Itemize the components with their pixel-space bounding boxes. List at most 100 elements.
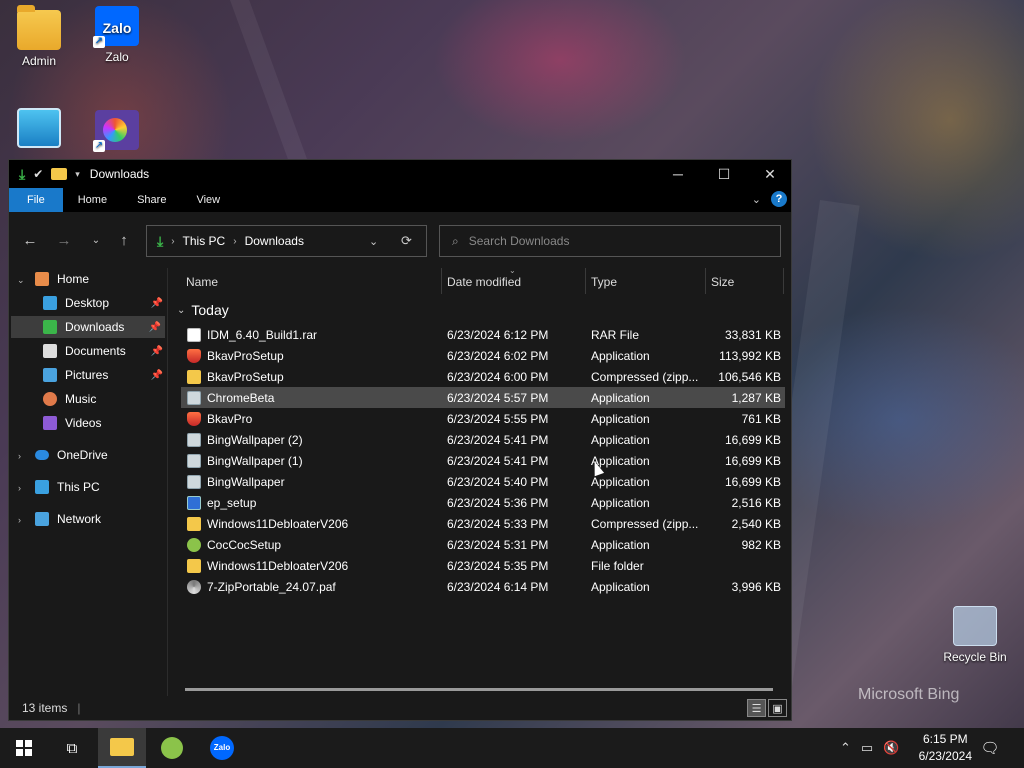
details-view-button[interactable]: ☰ bbox=[747, 699, 766, 717]
sidebar-item-home[interactable]: Home bbox=[35, 268, 165, 290]
pane-splitter[interactable] bbox=[167, 268, 168, 696]
column-divider[interactable] bbox=[783, 268, 784, 294]
coccoc-icon bbox=[161, 737, 183, 759]
properties-icon[interactable]: ✔ bbox=[33, 167, 43, 181]
breadcrumb-separator-icon[interactable]: › bbox=[233, 236, 236, 247]
horizontal-scrollbar[interactable] bbox=[185, 688, 773, 691]
search-input[interactable] bbox=[468, 234, 749, 248]
desktop-icon-admin[interactable]: Admin bbox=[4, 5, 74, 68]
system-tray: ⌃ ▭ 🔇 bbox=[840, 728, 899, 768]
column-divider[interactable] bbox=[705, 268, 706, 294]
desktop-icon-app[interactable]: ↗ bbox=[82, 110, 152, 154]
new-folder-icon[interactable] bbox=[51, 168, 68, 180]
forward-button[interactable]: → bbox=[53, 229, 75, 251]
group-header-today[interactable]: ⌄ Today bbox=[177, 302, 229, 318]
column-header-date[interactable]: Date modified bbox=[447, 268, 587, 296]
table-row[interactable]: ChromeBeta 6/23/2024 5:57 PM Application 1,… bbox=[181, 387, 785, 408]
file-size: 2,516 KB bbox=[731, 495, 781, 510]
table-row[interactable]: Windows11DebloaterV206 6/23/2024 5:33 PM C… bbox=[181, 513, 785, 534]
tab-file[interactable]: File bbox=[9, 188, 63, 212]
sidebar-item-label: Desktop bbox=[65, 296, 110, 310]
ribbon-tabs: File Home Share View ⌄ ? bbox=[9, 188, 791, 212]
back-button[interactable]: ← bbox=[19, 229, 41, 251]
taskbar-zalo[interactable]: Zalo bbox=[198, 728, 246, 768]
sidebar-item-pictures[interactable]: Pictures 📌 bbox=[9, 364, 167, 386]
title-bar[interactable]: ⤓ ✔ ▾ Downloads ─ ☐ ✕ bbox=[9, 160, 791, 188]
notification-center-icon[interactable]: 🗨 bbox=[966, 728, 1014, 768]
sidebar-item-network[interactable]: Network bbox=[35, 508, 165, 530]
chevron-down-icon[interactable]: ⌄ bbox=[17, 275, 25, 286]
column-header-type[interactable]: Type bbox=[591, 268, 701, 296]
address-bar[interactable]: ⤓ › This PC › Downloads ⌄ ⟳ bbox=[146, 225, 427, 257]
file-name-cell: ChromeBeta bbox=[187, 390, 437, 405]
chevron-right-icon[interactable]: › bbox=[18, 515, 21, 525]
desktop-icon-recycle-bin[interactable]: Recycle Bin bbox=[940, 606, 1010, 664]
expand-ribbon-icon[interactable]: ⌄ bbox=[752, 193, 761, 206]
recent-locations-button[interactable]: ⌄ bbox=[85, 229, 107, 251]
table-row[interactable]: BkavPro 6/23/2024 5:55 PM Application 761 K… bbox=[181, 408, 785, 429]
show-hidden-icons-icon[interactable]: ⌃ bbox=[840, 740, 851, 756]
home-icon bbox=[35, 272, 49, 286]
volume-muted-icon[interactable]: 🔇 bbox=[883, 740, 899, 756]
sidebar-item-downloads[interactable]: Downloads 📌 bbox=[11, 316, 165, 338]
start-button[interactable] bbox=[0, 728, 48, 768]
explorer-window[interactable]: ⤓ ✔ ▾ Downloads ─ ☐ ✕ File Home Share Vi… bbox=[8, 159, 792, 721]
desktop-icon-zalo[interactable]: Zalo ↗ Zalo bbox=[82, 6, 152, 64]
network-icon[interactable]: ▭ bbox=[861, 740, 873, 756]
close-button[interactable]: ✕ bbox=[747, 160, 793, 188]
chevron-down-icon: ⌄ bbox=[177, 304, 186, 316]
pin-icon: 📌 bbox=[150, 297, 163, 309]
tab-home[interactable]: Home bbox=[63, 188, 122, 212]
sidebar-item-onedrive[interactable]: OneDrive bbox=[35, 444, 165, 466]
pictures-icon bbox=[43, 368, 57, 382]
table-row[interactable]: IDM_6.40_Build1.rar 6/23/2024 6:12 PM RAR … bbox=[181, 324, 785, 345]
table-row[interactable]: CocCocSetup 6/23/2024 5:31 PM Application 9… bbox=[181, 534, 785, 555]
sidebar-item-this-pc[interactable]: This PC bbox=[35, 476, 165, 498]
up-button[interactable]: ↑ bbox=[113, 229, 135, 251]
table-row[interactable]: BingWallpaper (1) 6/23/2024 5:41 PM Applic… bbox=[181, 450, 785, 471]
taskbar-file-explorer[interactable] bbox=[98, 728, 146, 768]
maximize-button[interactable]: ☐ bbox=[701, 160, 747, 188]
desktop-icon bbox=[43, 296, 57, 310]
desktop-icon-this-pc[interactable] bbox=[4, 108, 74, 152]
column-header-size[interactable]: Size bbox=[711, 268, 781, 296]
file-name-cell: IDM_6.40_Build1.rar bbox=[187, 327, 437, 342]
column-divider[interactable] bbox=[441, 268, 442, 294]
breadcrumb-this-pc[interactable]: This PC bbox=[183, 234, 226, 248]
table-row[interactable]: BingWallpaper (2) 6/23/2024 5:41 PM Applic… bbox=[181, 429, 785, 450]
taskbar-coccoc[interactable] bbox=[148, 728, 196, 768]
sidebar-item-desktop[interactable]: Desktop 📌 bbox=[9, 292, 167, 314]
table-row[interactable]: BkavProSetup 6/23/2024 6:00 PM Compressed … bbox=[181, 366, 785, 387]
table-row[interactable]: Windows11DebloaterV206 6/23/2024 5:35 PM F… bbox=[181, 555, 785, 576]
chevron-right-icon[interactable]: › bbox=[18, 483, 21, 493]
chevron-down-icon[interactable]: ▾ bbox=[75, 169, 80, 180]
breadcrumb-separator-icon[interactable]: › bbox=[171, 236, 174, 247]
sidebar-item-label: OneDrive bbox=[57, 448, 108, 462]
table-row[interactable]: ep_setup 6/23/2024 5:36 PM Application 2,51… bbox=[181, 492, 785, 513]
table-row[interactable]: BkavProSetup 6/23/2024 6:02 PM Application… bbox=[181, 345, 785, 366]
column-divider[interactable] bbox=[585, 268, 586, 294]
table-row[interactable]: 7-ZipPortable_24.07.paf 6/23/2024 6:14 PM… bbox=[181, 576, 785, 597]
tab-view[interactable]: View bbox=[181, 188, 235, 212]
file-size: 2,540 KB bbox=[731, 516, 781, 531]
tab-share[interactable]: Share bbox=[122, 188, 181, 212]
table-row[interactable]: BingWallpaper 6/23/2024 5:40 PM Applicatio… bbox=[181, 471, 785, 492]
minimize-button[interactable]: ─ bbox=[655, 160, 701, 188]
help-icon[interactable]: ? bbox=[771, 191, 787, 207]
sidebar-item-videos[interactable]: Videos bbox=[9, 412, 167, 434]
file-name-cell: BkavPro bbox=[187, 411, 437, 426]
breadcrumb-downloads[interactable]: Downloads bbox=[245, 234, 304, 248]
sidebar-item-music[interactable]: Music bbox=[9, 388, 167, 410]
chevron-right-icon[interactable]: › bbox=[18, 451, 21, 461]
refresh-icon[interactable]: ⟳ bbox=[401, 233, 412, 249]
search-box[interactable]: ⌕ bbox=[439, 225, 781, 257]
network-icon bbox=[35, 512, 49, 526]
task-view-button[interactable]: ⧉ bbox=[48, 728, 96, 768]
large-icons-view-button[interactable]: ▣ bbox=[768, 699, 787, 717]
address-dropdown-icon[interactable]: ⌄ bbox=[369, 235, 378, 248]
item-count: 13 items bbox=[22, 701, 68, 715]
column-header-name[interactable]: Name bbox=[186, 268, 442, 296]
clock[interactable]: 6:15 PM 6/23/2024 bbox=[919, 731, 972, 765]
paf-icon bbox=[187, 579, 201, 594]
sidebar-item-documents[interactable]: Documents 📌 bbox=[9, 340, 167, 362]
